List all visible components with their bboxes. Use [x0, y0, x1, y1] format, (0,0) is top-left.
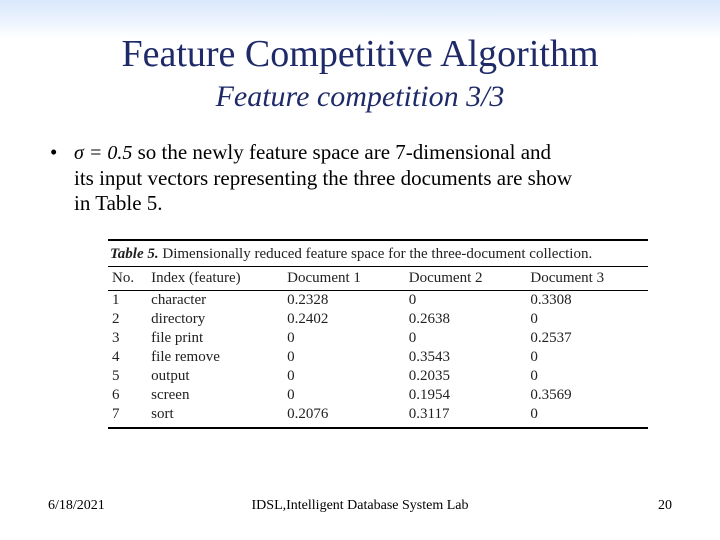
table-5: Table 5. Dimensionally reduced feature s…	[108, 239, 648, 429]
cell-idx: character	[147, 290, 283, 310]
table-row: 6 screen 0 0.1954 0.3569	[108, 386, 648, 405]
cell-d2: 0.2035	[405, 367, 527, 386]
cell-no: 3	[108, 329, 147, 348]
cell-idx: output	[147, 367, 283, 386]
cell-d2: 0	[405, 329, 527, 348]
table-caption-text: Dimensionally reduced feature space for …	[159, 246, 593, 262]
cell-d1: 0	[283, 386, 405, 405]
cell-idx: sort	[147, 405, 283, 428]
cell-d1: 0	[283, 329, 405, 348]
cell-idx: file remove	[147, 348, 283, 367]
cell-no: 7	[108, 405, 147, 428]
cell-d3: 0.2537	[526, 329, 648, 348]
cell-d3: 0	[526, 310, 648, 329]
bullet-text-line1: σ = 0.5 so the newly feature space are 7…	[74, 140, 672, 166]
cell-d1: 0	[283, 348, 405, 367]
bullet-text-line2: its input vectors representing the three…	[74, 166, 672, 192]
col-doc3: Document 3	[526, 266, 648, 290]
cell-d2: 0	[405, 290, 527, 310]
table-row: 5 output 0 0.2035 0	[108, 367, 648, 386]
cell-d1: 0.2328	[283, 290, 405, 310]
table-row: 2 directory 0.2402 0.2638 0	[108, 310, 648, 329]
cell-d3: 0	[526, 405, 648, 428]
table-caption: Table 5. Dimensionally reduced feature s…	[108, 239, 648, 266]
slide-footer: 6/18/2021 IDSL,Intelligent Database Syst…	[48, 498, 672, 514]
cell-d1: 0	[283, 367, 405, 386]
cell-no: 2	[108, 310, 147, 329]
bullet-text-line3: in Table 5.	[74, 191, 672, 217]
bullet-item: • σ = 0.5 so the newly feature space are…	[48, 140, 672, 166]
table-header-row: No. Index (feature) Document 1 Document …	[108, 266, 648, 290]
cell-d1: 0.2076	[283, 405, 405, 428]
slide-body: • σ = 0.5 so the newly feature space are…	[48, 140, 672, 217]
cell-no: 1	[108, 290, 147, 310]
cell-d3: 0.3569	[526, 386, 648, 405]
bullet-marker: •	[48, 140, 74, 165]
cell-no: 6	[108, 386, 147, 405]
table-row: 4 file remove 0 0.3543 0	[108, 348, 648, 367]
cell-d2: 0.2638	[405, 310, 527, 329]
footer-page-number: 20	[658, 498, 672, 514]
col-no: No.	[108, 266, 147, 290]
cell-no: 5	[108, 367, 147, 386]
cell-idx: screen	[147, 386, 283, 405]
col-doc1: Document 1	[283, 266, 405, 290]
slide-title: Feature Competitive Algorithm	[48, 32, 672, 76]
cell-d2: 0.3543	[405, 348, 527, 367]
cell-d2: 0.3117	[405, 405, 527, 428]
table-row: 1 character 0.2328 0 0.3308	[108, 290, 648, 310]
cell-d3: 0	[526, 367, 648, 386]
cell-d3: 0	[526, 348, 648, 367]
col-index: Index (feature)	[147, 266, 283, 290]
sigma-expression: σ = 0.5	[74, 142, 132, 164]
cell-idx: directory	[147, 310, 283, 329]
cell-d2: 0.1954	[405, 386, 527, 405]
table-row: 7 sort 0.2076 0.3117 0	[108, 405, 648, 428]
slide: Feature Competitive Algorithm Feature co…	[0, 0, 720, 540]
cell-d1: 0.2402	[283, 310, 405, 329]
col-doc2: Document 2	[405, 266, 527, 290]
data-table: No. Index (feature) Document 1 Document …	[108, 266, 648, 429]
footer-date: 6/18/2021	[48, 498, 105, 514]
cell-d3: 0.3308	[526, 290, 648, 310]
footer-center: IDSL,Intelligent Database System Lab	[252, 498, 469, 514]
cell-no: 4	[108, 348, 147, 367]
table-caption-label: Table 5.	[110, 246, 159, 262]
table-row: 3 file print 0 0 0.2537	[108, 329, 648, 348]
bullet-line1-rest: so the newly feature space are 7-dimensi…	[132, 140, 551, 164]
cell-idx: file print	[147, 329, 283, 348]
slide-subtitle: Feature competition 3/3	[48, 80, 672, 114]
